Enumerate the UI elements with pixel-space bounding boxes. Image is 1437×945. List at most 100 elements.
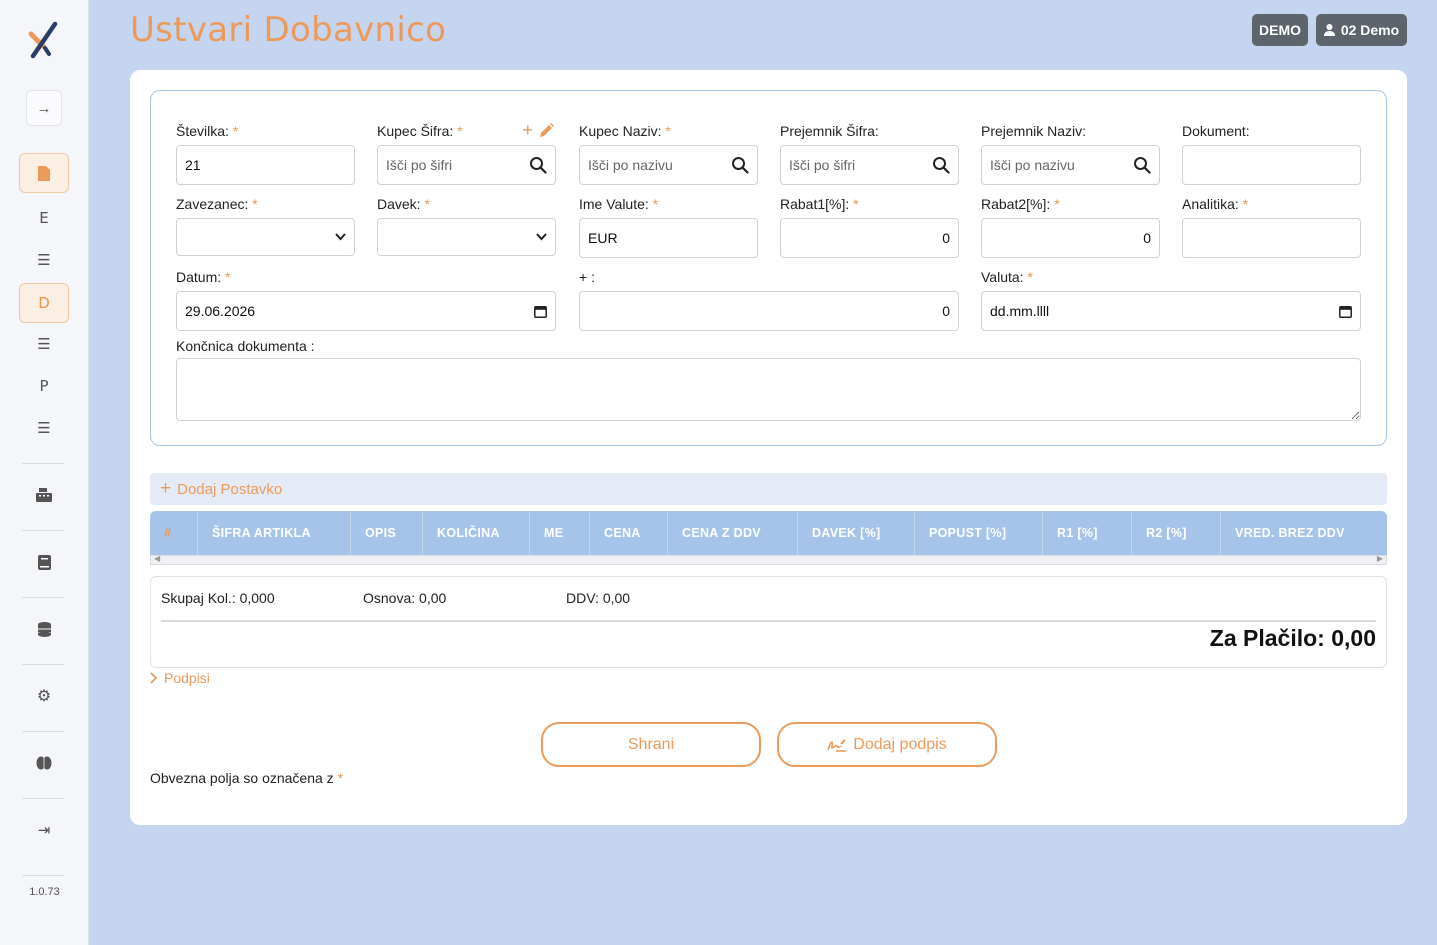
signatures-toggle[interactable]: Podpisi [150,670,210,686]
sidebar-letter-d: D [38,294,50,312]
document-form: Številka: * 21 Kupec Šifra: * + Išči po … [150,90,1387,446]
sidebar-divider [22,463,64,464]
scroll-right-icon[interactable]: ▶ [1377,554,1383,563]
totals-divider [161,620,1376,622]
rabat1-input[interactable]: 0 [780,218,959,258]
column-header-cena-ddv[interactable]: Cena z DDV [668,511,798,555]
book-icon [37,554,51,570]
user-icon [1323,24,1335,36]
sidebar-item-d-list[interactable]: ☰ [26,326,62,362]
zavezanec-label: Zavezanec: * [176,196,258,212]
column-header-popust[interactable]: Popust [%] [915,511,1043,555]
rabat2-input[interactable]: 0 [981,218,1160,258]
search-icon[interactable] [932,156,950,174]
sidebar-item-documents[interactable] [19,153,69,193]
analitika-field-group: Analitika: * [1182,194,1361,258]
column-header-me[interactable]: ME [530,511,590,555]
file-icon [38,165,50,181]
user-button[interactable]: 02 Demo [1316,14,1407,46]
kupec-naziv-label: Kupec Naziv: * [579,123,671,139]
column-header-r2[interactable]: R2 [%] [1132,511,1221,555]
app-logo[interactable] [27,20,61,60]
sidebar-item-book[interactable] [26,544,62,580]
rabat2-field-group: Rabat2[%]: * 0 [981,194,1160,258]
add-icon[interactable]: + [522,121,533,139]
prejemnik-sifra-input[interactable]: Išči po šifri [780,145,959,185]
app-version: 1.0.73 [29,886,60,898]
logout-button[interactable]: ⇥ [26,812,62,848]
prejemnik-naziv-input[interactable]: Išči po nazivu [981,145,1160,185]
add-item-button[interactable]: + Dodaj Postavko [150,473,1387,505]
main-card: Številka: * 21 Kupec Šifra: * + Išči po … [130,70,1407,825]
ime-valute-field-group: Ime Valute: * EUR [579,194,758,258]
list-icon: ☰ [37,336,51,353]
page-title: Ustvari Dobavnico [130,10,447,50]
zavezanec-select[interactable] [176,218,355,256]
sidebar-item-p[interactable]: P [26,368,62,404]
kupec-sifra-input[interactable]: Išči po šifri [377,145,556,185]
sidebar-item-e[interactable]: E [26,200,62,236]
signatures-label: Podpisi [164,670,210,686]
search-icon[interactable] [529,156,547,174]
dokument-input[interactable] [1182,145,1361,185]
scroll-left-icon[interactable]: ◀ [154,554,160,563]
ime-valute-input[interactable]: EUR [579,218,758,258]
kupec-naziv-input[interactable]: Išči po nazivu [579,145,758,185]
sidebar-item-settings[interactable]: ⚙ [26,678,62,714]
plus-input[interactable]: 0 [579,291,959,331]
analitika-label: Analitika: * [1182,196,1249,212]
sidebar-item-cash-register[interactable] [26,477,62,513]
required-fields-note: Obvezna polja so označena z * [150,770,344,786]
sidebar-divider [22,597,64,598]
pencil-icon[interactable] [539,122,554,138]
stevilka-label: Številka: * [176,123,239,139]
ime-valute-label: Ime Valute: * [579,196,659,212]
table-horizontal-scrollbar[interactable]: ◀ ▶ [150,554,1387,565]
column-header-sifra[interactable]: Šifra artikla [198,511,351,555]
total-base: Osnova: 0,00 [363,590,447,606]
column-header-davek[interactable]: Davek [%] [798,511,915,555]
sidebar-item-e-list[interactable]: ☰ [26,242,62,278]
dokument-label: Dokument: [1182,123,1250,139]
search-icon[interactable] [731,156,749,174]
koncnica-textarea[interactable] [176,358,1361,421]
column-header-r1[interactable]: R1 [%] [1043,511,1132,555]
column-header-number[interactable]: # [150,511,198,555]
prejemnik-sifra-field-group: Prejemnik Šifra: Išči po šifri [780,121,959,185]
column-header-vred[interactable]: Vred. brez DDV [1221,511,1387,555]
search-icon[interactable] [1133,156,1151,174]
prejemnik-naziv-field-group: Prejemnik Naziv: Išči po nazivu [981,121,1160,185]
plus-label: + : [579,269,595,285]
sidebar-item-database[interactable] [26,611,62,647]
chevron-down-icon [536,233,547,241]
calendar-icon[interactable] [1339,305,1352,318]
sidebar-letter-e: E [39,209,49,227]
koncnica-field-group: Končnica dokumenta : [176,336,776,356]
arrow-right-icon: → [36,99,52,117]
column-header-opis[interactable]: Opis [351,511,423,555]
column-header-cena[interactable]: Cena [590,511,668,555]
demo-button[interactable]: DEMO [1252,14,1308,46]
sidebar-item-d[interactable]: D [19,283,69,323]
expand-sidebar-button[interactable]: → [26,90,62,126]
sidebar-divider [22,530,64,531]
items-table-header: # Šifra artikla Opis Količina ME Cena Ce… [150,511,1387,555]
brain-icon [36,756,52,770]
column-header-kolicina[interactable]: Količina [423,511,530,555]
add-item-label: Dodaj Postavko [177,480,283,498]
dokument-field-group: Dokument: [1182,121,1361,185]
sidebar-item-p-list[interactable]: ☰ [26,410,62,446]
save-button[interactable]: Shrani [541,722,761,767]
cash-register-icon [36,488,52,502]
add-signature-button[interactable]: Dodaj podpis [777,722,997,767]
datum-label: Datum: * [176,269,231,285]
stevilka-input[interactable]: 21 [176,145,355,185]
valuta-input[interactable]: dd.mm.llll [981,291,1361,331]
sidebar-item-brain[interactable] [26,745,62,781]
davek-select[interactable] [377,218,556,256]
datum-input[interactable]: 29.06.2026 [176,291,556,331]
total-to-pay: Za Plačilo: 0,00 [1209,625,1376,651]
kupec-sifra-field-group: Kupec Šifra: * + Išči po šifri [377,121,556,185]
analitika-input[interactable] [1182,218,1361,258]
calendar-icon[interactable] [534,305,547,318]
